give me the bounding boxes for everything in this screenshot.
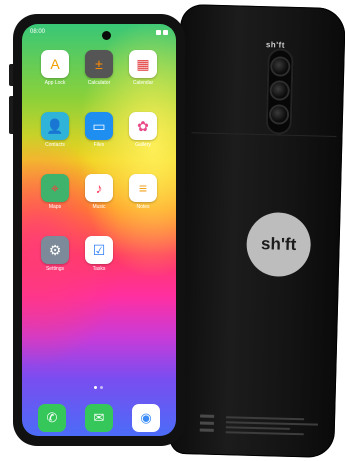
app-files[interactable]: ▭ Files bbox=[82, 112, 116, 148]
app-label: Files bbox=[93, 142, 105, 148]
power-button bbox=[9, 96, 13, 134]
maps-icon: ⌖ bbox=[41, 174, 69, 202]
camera-lens-icon bbox=[270, 106, 288, 123]
browser-icon[interactable]: ◉ bbox=[132, 404, 160, 432]
phone-icon[interactable]: ✆ bbox=[38, 404, 66, 432]
contacts-icon: 👤 bbox=[41, 112, 69, 140]
app-label: Tasks bbox=[92, 266, 106, 272]
app-label: Settings bbox=[45, 266, 65, 272]
product-photo: sh'ft sh'ft 08:00 A App Lock ± Calculato… bbox=[0, 0, 345, 461]
status-icons bbox=[156, 30, 168, 35]
camera-lens-icon bbox=[271, 82, 288, 99]
dock: ✆ ✉ ◉ bbox=[30, 404, 168, 434]
app-contacts[interactable]: 👤 Contacts bbox=[38, 112, 72, 148]
app-label: Notes bbox=[136, 204, 150, 210]
app-calendar[interactable]: ▦ Calendar bbox=[126, 50, 160, 86]
app-label: Music bbox=[92, 204, 106, 210]
messages-icon[interactable]: ✉ bbox=[85, 404, 113, 432]
app-music[interactable]: ♪ Music bbox=[82, 174, 116, 210]
app-label: Gallery bbox=[135, 142, 151, 148]
page-indicator bbox=[94, 386, 103, 389]
app-label: Contacts bbox=[45, 142, 65, 148]
tasks-icon: ☑ bbox=[85, 236, 113, 264]
regulatory-print bbox=[199, 411, 319, 440]
camera-module bbox=[265, 48, 294, 135]
certification-icons bbox=[199, 411, 223, 436]
brand-logo: sh'ft bbox=[245, 211, 312, 278]
gallery-icon: ✿ bbox=[129, 112, 157, 140]
home-screen: 08:00 A App Lock ± Calculator ▦ Calendar 👤 Cont… bbox=[22, 24, 176, 436]
front-camera-icon bbox=[102, 31, 111, 40]
app-label: Calendar bbox=[132, 80, 154, 86]
app-settings[interactable]: ⚙ Settings bbox=[38, 236, 72, 272]
camera-lens-icon bbox=[272, 58, 289, 75]
files-icon: ▭ bbox=[85, 112, 113, 140]
app-label: Maps bbox=[48, 204, 62, 210]
app-tasks[interactable]: ☑ Tasks bbox=[82, 236, 116, 272]
status-bar: 08:00 bbox=[30, 28, 168, 40]
notes-icon: ≡ bbox=[129, 174, 157, 202]
app-app-lock[interactable]: A App Lock bbox=[38, 50, 72, 86]
phone-front: 08:00 A App Lock ± Calculator ▦ Calendar 👤 Cont… bbox=[9, 14, 185, 446]
battery-icon bbox=[163, 30, 168, 35]
app-gallery[interactable]: ✿ Gallery bbox=[126, 112, 160, 148]
calendar-icon: ▦ bbox=[129, 50, 157, 78]
phone-back: sh'ft sh'ft bbox=[169, 3, 345, 459]
app-maps[interactable]: ⌖ Maps bbox=[38, 174, 72, 210]
music-icon: ♪ bbox=[85, 174, 113, 202]
app-lock-icon: A bbox=[41, 50, 69, 78]
status-time: 08:00 bbox=[30, 29, 46, 35]
app-calculator[interactable]: ± Calculator bbox=[82, 50, 116, 86]
app-label: Calculator bbox=[87, 80, 111, 86]
back-seam bbox=[191, 132, 337, 138]
calculator-icon: ± bbox=[85, 50, 113, 78]
signal-icon bbox=[156, 30, 161, 35]
app-notes[interactable]: ≡ Notes bbox=[126, 174, 160, 210]
volume-button bbox=[9, 64, 13, 86]
settings-icon: ⚙ bbox=[41, 236, 69, 264]
app-label: App Lock bbox=[44, 80, 66, 86]
